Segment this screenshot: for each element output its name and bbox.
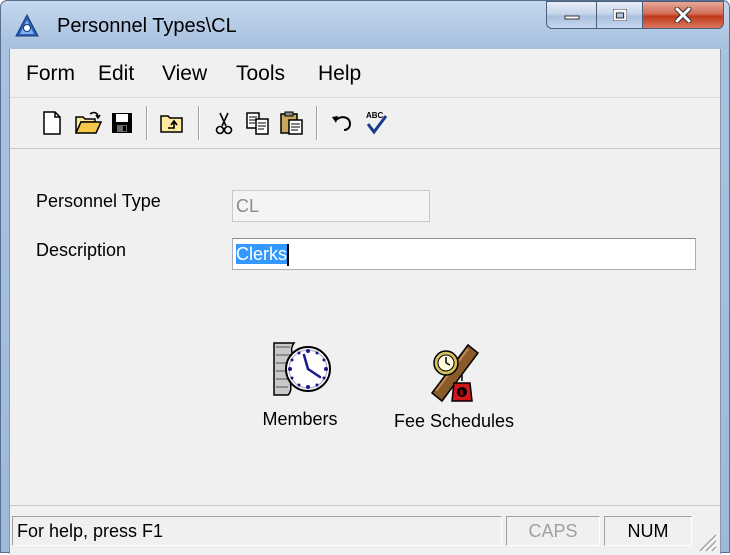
personnel-types-window: Personnel Types\CL Form Edit View Tools … <box>0 0 730 555</box>
description-value: Clerks <box>236 244 288 264</box>
spell-check-button[interactable]: ABC <box>362 109 390 137</box>
menu-tools[interactable]: Tools <box>236 62 285 86</box>
menu-edit[interactable]: Edit <box>98 62 134 86</box>
cut-button[interactable] <box>210 109 238 137</box>
toolbar-separator <box>198 106 200 140</box>
copy-button[interactable] <box>244 109 272 137</box>
minimize-button[interactable] <box>546 1 597 29</box>
open-folder-icon <box>74 111 102 134</box>
members-clock-icon <box>273 342 331 396</box>
caption-buttons <box>546 1 724 31</box>
client-area: Form Edit View Tools Help ABC Personnel … <box>9 49 721 555</box>
undo-icon <box>332 116 352 131</box>
paste-button[interactable] <box>278 109 306 137</box>
fee-schedules-icon: $ <box>430 343 480 403</box>
description-label: Description <box>36 240 127 260</box>
fee-schedules-label: Fee Schedules <box>393 411 515 431</box>
menu-help[interactable]: Help <box>318 62 361 86</box>
members-label: Members <box>262 409 338 429</box>
toolbar-separator <box>146 106 148 140</box>
personnel-type-label: Personnel Type <box>36 191 161 211</box>
copy-icon <box>246 112 269 135</box>
up-folder-button[interactable] <box>158 109 186 137</box>
description-field[interactable]: Clerks <box>232 238 696 270</box>
resize-grip-icon[interactable] <box>694 529 718 553</box>
title-bar[interactable]: Personnel Types\CL <box>1 1 729 49</box>
save-button[interactable] <box>108 109 136 137</box>
status-bar: For help, press F1 CAPS NUM <box>10 505 720 555</box>
close-button[interactable] <box>643 1 724 29</box>
maximize-button[interactable] <box>597 1 643 29</box>
text-caret <box>287 244 290 267</box>
paste-icon <box>280 111 303 135</box>
maximize-icon <box>612 9 627 21</box>
up-folder-icon <box>160 115 183 133</box>
menu-bar: Form Edit View Tools Help <box>10 49 720 98</box>
save-disk-icon <box>112 113 132 133</box>
status-caps-indicator: CAPS <box>506 516 600 546</box>
fee-schedules-button[interactable]: $ Fee Schedules <box>380 339 528 432</box>
form-area: Personnel Type CL Description Clerks Mem… <box>10 149 720 504</box>
close-icon <box>674 7 692 23</box>
svg-text:ABC: ABC <box>366 111 384 120</box>
open-button[interactable] <box>74 109 102 137</box>
cut-scissors-icon <box>215 112 233 135</box>
menu-form[interactable]: Form <box>26 62 75 86</box>
minimize-icon <box>564 15 579 20</box>
window-title: Personnel Types\CL <box>57 15 237 37</box>
svg-text:$: $ <box>460 390 464 397</box>
toolbar: ABC <box>10 98 720 149</box>
status-help-text: For help, press F1 <box>12 516 502 546</box>
toolbar-separator <box>316 106 318 140</box>
new-button[interactable] <box>38 109 66 137</box>
spell-check-icon: ABC <box>366 111 388 135</box>
members-button[interactable]: Members <box>250 337 350 430</box>
menu-view[interactable]: View <box>162 62 207 86</box>
status-num-indicator: NUM <box>604 516 692 546</box>
new-document-icon <box>43 111 61 135</box>
personnel-type-field: CL <box>232 190 430 222</box>
app-icon[interactable] <box>15 14 39 38</box>
undo-button[interactable] <box>328 109 356 137</box>
